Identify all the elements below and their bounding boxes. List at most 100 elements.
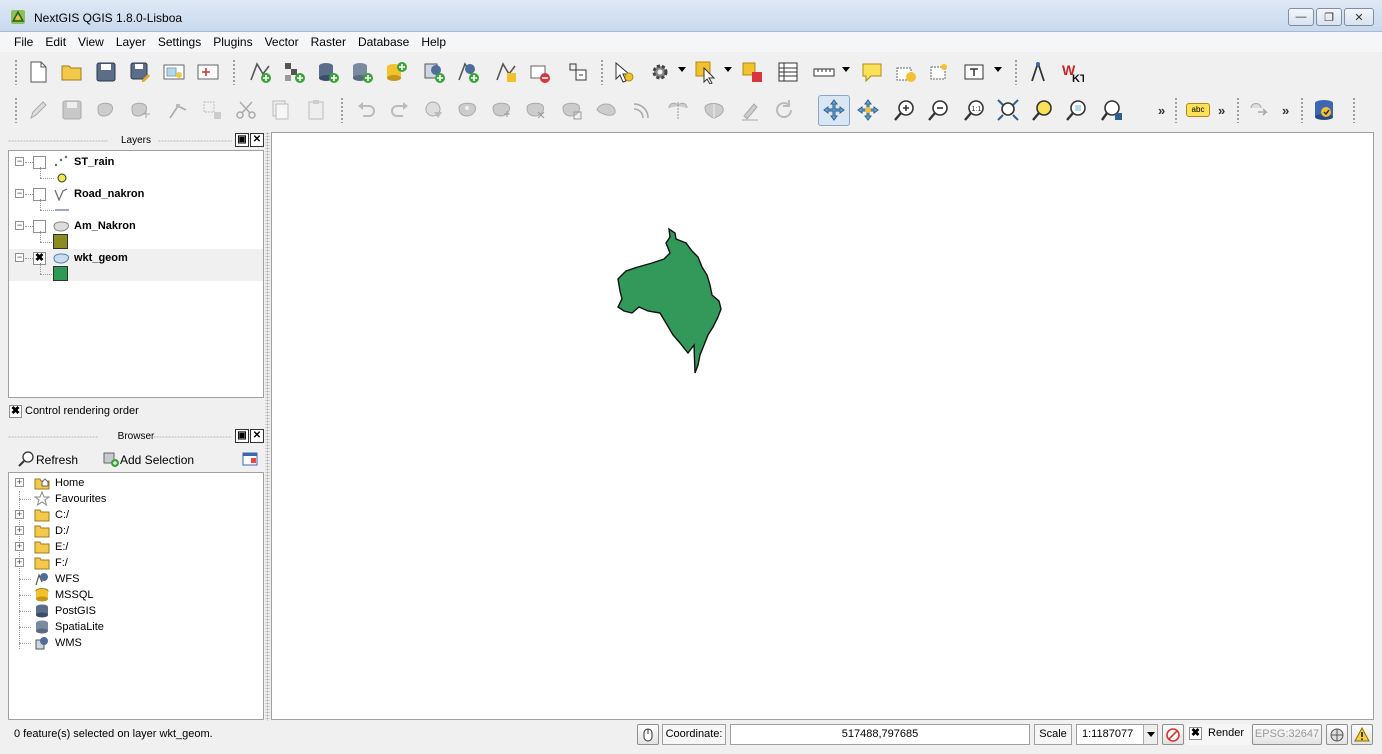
expand-icon[interactable]: + <box>15 542 24 551</box>
zoom-full-button[interactable] <box>996 98 1020 122</box>
layer-row-am-nakron[interactable]: − Am_Nakron <box>9 217 263 249</box>
render-toggle[interactable]: ✖ Render <box>1186 724 1250 745</box>
browser-item-postgis[interactable]: PostGIS <box>9 603 263 619</box>
chevron-down-icon[interactable] <box>724 67 732 72</box>
toolbar-grip[interactable] <box>1300 97 1304 123</box>
toolbar-grip[interactable] <box>600 59 604 85</box>
layers-dock-title[interactable]: Layers ▣ ✕ <box>8 133 264 149</box>
browser-item-wms[interactable]: WMS <box>9 635 263 651</box>
measure-line-button[interactable] <box>812 60 836 84</box>
label-tool-button[interactable]: abc <box>1186 99 1210 123</box>
offset-curve-button[interactable] <box>630 98 654 122</box>
remove-layer-button[interactable] <box>528 60 552 84</box>
new-bookmark-button[interactable] <box>894 60 918 84</box>
collapse-icon[interactable]: − <box>15 253 24 262</box>
map-canvas[interactable] <box>271 132 1374 720</box>
browser-panel[interactable]: + Home Favourites + C:/ + D:/ + E:/ + F:… <box>8 472 264 720</box>
browser-item-e-drive[interactable]: + E:/ <box>9 539 263 555</box>
stop-rendering-button[interactable] <box>1162 724 1184 745</box>
menu-file[interactable]: File <box>0 32 39 49</box>
messages-button[interactable] <box>1351 724 1373 745</box>
move-feature-button[interactable] <box>128 98 152 122</box>
layers-panel[interactable]: − ST_rain − Road_nakron − Am_Nakron − ✖ … <box>8 150 264 398</box>
browser-item-favourites[interactable]: Favourites <box>9 491 263 507</box>
layer-row-wkt-geom[interactable]: − ✖ wkt_geom <box>9 249 263 281</box>
expand-icon[interactable]: + <box>15 558 24 567</box>
zoom-to-selection-button[interactable] <box>1030 98 1054 122</box>
add-part-button[interactable] <box>490 98 514 122</box>
chevron-down-icon[interactable] <box>994 67 1002 72</box>
chevron-down-icon[interactable] <box>842 67 850 72</box>
toggle-extents-button[interactable] <box>637 724 659 745</box>
menu-plugins[interactable]: Plugins <box>207 32 258 49</box>
pan-map-button[interactable] <box>822 98 846 122</box>
toolbar-grip[interactable] <box>232 59 236 85</box>
identify-tool-button[interactable] <box>648 60 672 84</box>
browser-item-c-drive[interactable]: + C:/ <box>9 507 263 523</box>
zoom-in-button[interactable] <box>892 98 916 122</box>
collapse-icon[interactable]: − <box>15 189 24 198</box>
chevron-down-icon[interactable] <box>678 67 686 72</box>
open-project-button[interactable] <box>60 60 84 84</box>
coordinate-field[interactable]: 517488,797685 <box>730 724 1030 745</box>
browser-item-wfs[interactable]: WFS <box>9 571 263 587</box>
text-annotation-button[interactable] <box>962 60 986 84</box>
wkt-geom-polygon[interactable] <box>617 227 722 374</box>
minimize-button[interactable]: — <box>1288 8 1314 26</box>
cut-features-button[interactable] <box>234 98 258 122</box>
menu-settings[interactable]: Settings <box>152 32 207 49</box>
zoom-to-layer-button[interactable] <box>1064 98 1088 122</box>
delete-part-button[interactable] <box>560 98 584 122</box>
add-wfs-layer-button[interactable] <box>456 60 480 84</box>
merge-features-button[interactable] <box>702 98 726 122</box>
map-tips-button[interactable] <box>860 60 884 84</box>
browser-item-mssql[interactable]: MSSQL <box>9 587 263 603</box>
redo-button[interactable] <box>388 98 412 122</box>
menu-layer[interactable]: Layer <box>110 32 152 49</box>
new-project-button[interactable] <box>26 60 50 84</box>
toolbar-grip[interactable] <box>1352 97 1356 123</box>
crs-status-button[interactable]: EPSG:32647 <box>1252 724 1322 745</box>
browser-close-button[interactable]: ✕ <box>250 429 264 443</box>
split-features-button[interactable] <box>666 98 690 122</box>
toolbar-grip[interactable] <box>1174 97 1178 123</box>
toolbar-overflow-icon[interactable]: » <box>1158 103 1165 118</box>
delete-ring-button[interactable] <box>524 98 548 122</box>
select-features-button[interactable] <box>612 60 636 84</box>
refresh-button[interactable]: Refresh <box>18 451 78 467</box>
save-as-button[interactable] <box>128 60 152 84</box>
menu-database[interactable]: Database <box>352 32 415 49</box>
expand-icon[interactable]: + <box>15 478 24 487</box>
chevron-down-icon[interactable] <box>1143 725 1157 744</box>
toolbar-grip[interactable] <box>340 97 344 123</box>
undo-button[interactable] <box>354 98 378 122</box>
close-button[interactable]: ✕ <box>1344 8 1374 26</box>
menu-view[interactable]: View <box>72 32 110 49</box>
simplify-feature-button[interactable] <box>422 98 446 122</box>
wkt-plugin-button[interactable]: W KT <box>1060 60 1084 84</box>
rotate-point-symbols-button[interactable] <box>772 98 796 122</box>
layer-row-road-nakron[interactable]: − Road_nakron <box>9 185 263 217</box>
toolbar-grip[interactable] <box>1236 97 1240 123</box>
node-tool-button[interactable] <box>166 98 190 122</box>
add-raster-layer-button[interactable] <box>282 60 306 84</box>
toggle-overview-button[interactable] <box>566 60 590 84</box>
zoom-out-button[interactable] <box>926 98 950 122</box>
new-print-composer-button[interactable] <box>162 60 186 84</box>
toolbar-grip[interactable] <box>1014 59 1018 85</box>
reshape-features-button[interactable] <box>594 98 618 122</box>
add-selection-button[interactable]: Add Selection <box>102 451 194 467</box>
deselect-all-button[interactable] <box>740 60 764 84</box>
menu-edit[interactable]: Edit <box>39 32 72 49</box>
layers-float-button[interactable]: ▣ <box>235 133 249 147</box>
browser-item-spatialite[interactable]: SpatiaLite <box>9 619 263 635</box>
maximize-button[interactable]: ❐ <box>1316 8 1342 26</box>
pan-to-selection-button[interactable] <box>856 98 880 122</box>
paste-features-button[interactable] <box>304 98 328 122</box>
menu-help[interactable]: Help <box>415 32 452 49</box>
control-rendering-order-row[interactable]: ✖ Control rendering order <box>8 404 264 420</box>
toolbar-overflow-icon[interactable]: » <box>1282 103 1289 118</box>
add-feature-button[interactable] <box>94 98 118 122</box>
delete-selected-button[interactable] <box>200 98 224 122</box>
toolbar-grip[interactable] <box>14 59 18 85</box>
